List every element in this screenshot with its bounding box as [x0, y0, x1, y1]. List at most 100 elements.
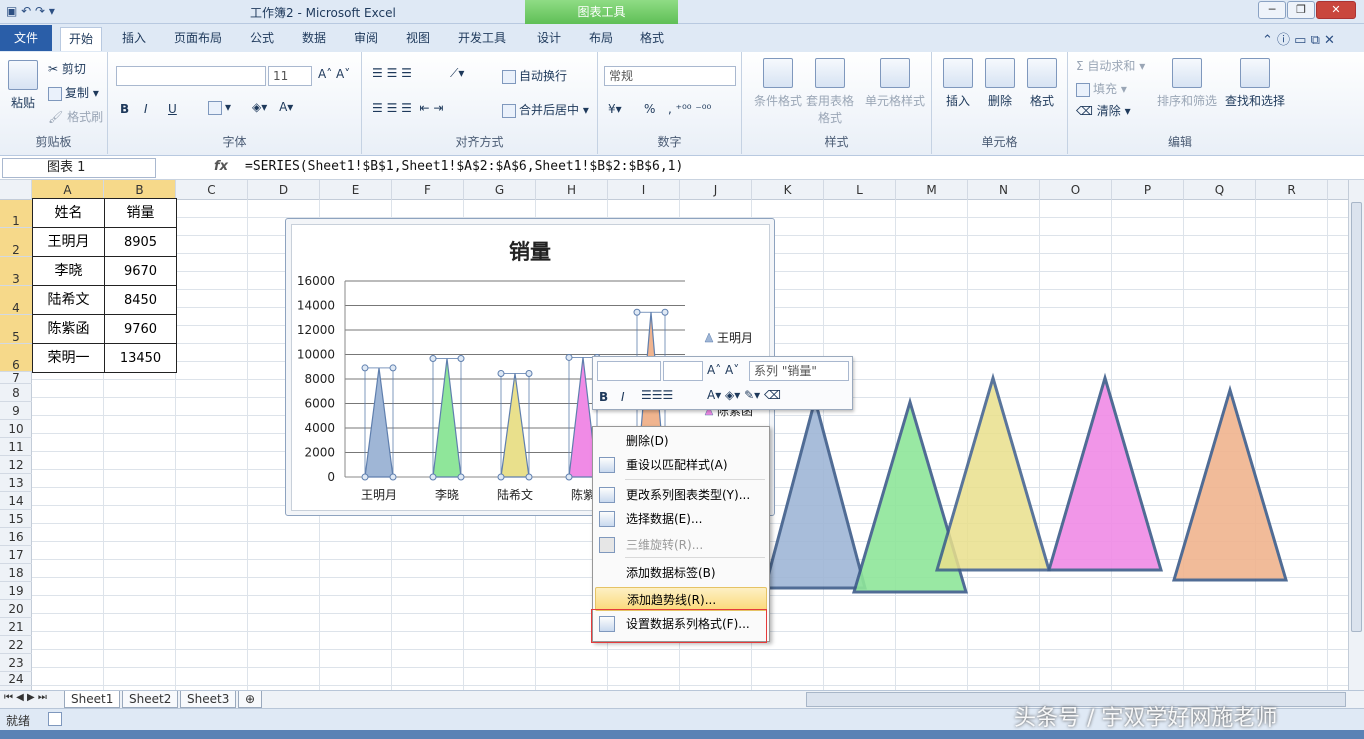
- help-icon[interactable]: ⌃ ⓘ ▭ ⧉ ✕: [1262, 29, 1335, 48]
- tab-format[interactable]: 格式: [632, 27, 672, 51]
- mini-font-combo[interactable]: [597, 361, 661, 381]
- mini-font-color-icon[interactable]: A▾ ◈▾ ✎▾ ⌫: [707, 388, 781, 402]
- tab-file[interactable]: 文件: [0, 25, 52, 51]
- column-header-b[interactable]: B: [104, 180, 176, 200]
- row-header-3[interactable]: 3: [0, 257, 32, 286]
- wrap-text-button[interactable]: 自动换行: [502, 67, 567, 84]
- column-header-i[interactable]: I: [608, 180, 680, 200]
- sort-filter-button[interactable]: 排序和筛选: [1154, 58, 1220, 109]
- font-grow-button[interactable]: A˄ A˅: [318, 67, 350, 81]
- row-header-12[interactable]: 12: [0, 456, 32, 474]
- row-header-7[interactable]: 7: [0, 372, 32, 384]
- context-menu-item[interactable]: 删除(D): [595, 429, 767, 453]
- orientation-icon[interactable]: ⟋▾: [450, 66, 464, 81]
- new-sheet-icon[interactable]: ⊕: [238, 691, 263, 708]
- row-header-14[interactable]: 14: [0, 492, 32, 510]
- mini-font-grow-icon[interactable]: A˄ A˅: [707, 363, 739, 377]
- currency-icon[interactable]: ¥▾: [608, 102, 622, 116]
- column-header-j[interactable]: J: [680, 180, 752, 200]
- vertical-scroll-thumb[interactable]: [1351, 202, 1362, 632]
- border-button[interactable]: ▾: [208, 100, 231, 115]
- triangle-shape-blue[interactable]: [763, 394, 867, 590]
- tab-home[interactable]: 开始: [60, 27, 103, 51]
- select-all-corner[interactable]: [0, 180, 32, 200]
- row-header-24[interactable]: 24: [0, 672, 32, 686]
- column-header-q[interactable]: Q: [1184, 180, 1256, 200]
- column-header-c[interactable]: C: [176, 180, 248, 200]
- sheet-tab-2[interactable]: Sheet2: [122, 691, 179, 708]
- bold-button[interactable]: B: [120, 102, 129, 116]
- row-header-10[interactable]: 10: [0, 420, 32, 438]
- close-button[interactable]: ✕: [1316, 1, 1356, 19]
- column-header-e[interactable]: E: [320, 180, 392, 200]
- row-header-18[interactable]: 18: [0, 564, 32, 582]
- number-format-combo[interactable]: 常规: [604, 66, 736, 86]
- sheet-tab-1[interactable]: Sheet1: [64, 691, 121, 708]
- mini-bold-button[interactable]: B: [599, 390, 608, 404]
- column-header-a[interactable]: A: [32, 180, 104, 200]
- tab-layout[interactable]: 布局: [581, 27, 621, 51]
- align-top-icon[interactable]: ☰ ☰ ☰: [372, 66, 412, 80]
- mini-align-icon[interactable]: ☰☰☰: [641, 388, 673, 402]
- row-header-8[interactable]: 8: [0, 384, 32, 402]
- row-header-6[interactable]: 6: [0, 344, 32, 372]
- row-header-19[interactable]: 19: [0, 582, 32, 600]
- context-menu-item[interactable]: 添加数据标签(B): [595, 561, 767, 585]
- tab-view[interactable]: 视图: [398, 27, 438, 51]
- cut-button[interactable]: ✂ 剪切: [48, 60, 86, 77]
- merge-center-button[interactable]: 合并后居中 ▾: [502, 101, 589, 118]
- column-header-l[interactable]: L: [824, 180, 896, 200]
- vertical-scrollbar[interactable]: [1348, 180, 1364, 690]
- table-cell[interactable]: 13450: [104, 343, 177, 373]
- column-header-d[interactable]: D: [248, 180, 320, 200]
- row-header-21[interactable]: 21: [0, 618, 32, 636]
- sheet-tab-3[interactable]: Sheet3: [180, 691, 237, 708]
- restore-button[interactable]: ❐: [1287, 1, 1315, 19]
- tab-design[interactable]: 设计: [529, 27, 569, 51]
- column-header-n[interactable]: N: [968, 180, 1040, 200]
- row-header-15[interactable]: 15: [0, 510, 32, 528]
- formula-input[interactable]: =SERIES(Sheet1!$B$1,Sheet1!$A$2:$A$6,She…: [245, 159, 683, 174]
- table-header-cell[interactable]: 姓名: [32, 198, 105, 228]
- row-header-9[interactable]: 9: [0, 402, 32, 420]
- column-header-k[interactable]: K: [752, 180, 824, 200]
- format-cells-button[interactable]: 格式: [1024, 58, 1060, 109]
- align-left-icon[interactable]: ☰ ☰ ☰ ⇤ ⇥: [372, 101, 443, 115]
- autosum-button[interactable]: Σ 自动求和 ▾: [1076, 57, 1145, 74]
- minimize-button[interactable]: ─: [1258, 1, 1286, 19]
- underline-button[interactable]: U: [168, 102, 177, 116]
- column-header-o[interactable]: O: [1040, 180, 1112, 200]
- context-menu-item[interactable]: 重设以匹配样式(A): [595, 453, 767, 477]
- fx-icon[interactable]: fx: [214, 159, 228, 174]
- tab-insert[interactable]: 插入: [114, 27, 154, 51]
- fill-button[interactable]: 填充 ▾: [1076, 80, 1127, 97]
- copy-button[interactable]: 复制 ▾: [48, 84, 99, 101]
- triangle-shape-pink[interactable]: [1047, 372, 1163, 572]
- tab-review[interactable]: 审阅: [346, 27, 386, 51]
- table-header-cell[interactable]: 销量: [104, 198, 177, 228]
- row-header-23[interactable]: 23: [0, 654, 32, 672]
- series-selector-combo[interactable]: 系列 "销量": [749, 361, 849, 381]
- table-cell[interactable]: 9760: [104, 314, 177, 344]
- table-cell[interactable]: 荣明一: [32, 343, 105, 373]
- table-cell[interactable]: 8450: [104, 285, 177, 315]
- column-header-g[interactable]: G: [464, 180, 536, 200]
- format-table-button[interactable]: 套用表格格式: [804, 58, 856, 126]
- row-header-4[interactable]: 4: [0, 286, 32, 315]
- column-header-r[interactable]: R: [1256, 180, 1328, 200]
- table-cell[interactable]: 陆希文: [32, 285, 105, 315]
- context-menu-item[interactable]: 选择数据(E)...: [595, 507, 767, 531]
- bar-mark[interactable]: [500, 373, 530, 478]
- row-header-1[interactable]: 1: [0, 200, 32, 228]
- column-header-f[interactable]: F: [392, 180, 464, 200]
- row-header-5[interactable]: 5: [0, 315, 32, 344]
- italic-button[interactable]: I: [144, 102, 148, 116]
- tab-page-layout[interactable]: 页面布局: [166, 27, 230, 51]
- row-header-2[interactable]: 2: [0, 228, 32, 257]
- table-cell[interactable]: 陈紫函: [32, 314, 105, 344]
- column-header-p[interactable]: P: [1112, 180, 1184, 200]
- row-header-22[interactable]: 22: [0, 636, 32, 654]
- row-header-16[interactable]: 16: [0, 528, 32, 546]
- bar-mark[interactable]: [432, 358, 462, 478]
- column-header-h[interactable]: H: [536, 180, 608, 200]
